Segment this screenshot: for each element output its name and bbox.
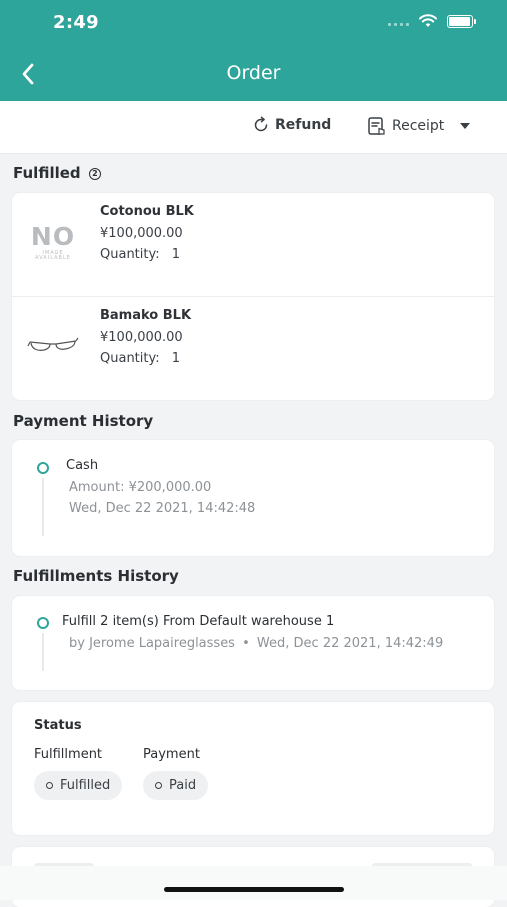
quantity-value: 1	[171, 351, 181, 366]
product-thumbnail	[26, 321, 80, 371]
payment-status-value: Paid	[169, 778, 197, 793]
payment-history-title: Payment History	[13, 412, 154, 430]
payment-history-card: Cash Amount: ¥200,000.00 Wed, Dec 22 202…	[12, 440, 494, 556]
fulfillment-date: Wed, Dec 22 2021, 14:42:49	[256, 636, 444, 651]
fulfillment-line: Fulfill 2 item(s) From Default warehouse…	[62, 614, 335, 629]
order-action-bar: Refund Receipt	[0, 101, 507, 154]
glasses-icon	[27, 337, 79, 351]
quantity-value: 1	[171, 247, 181, 262]
payment-status-label: Payment	[143, 747, 200, 762]
payment-amount: Amount: ¥200,000.00	[69, 480, 212, 495]
fulfilled-count: 2	[92, 169, 98, 178]
status-dot-icon	[155, 782, 162, 789]
refund-icon	[254, 116, 268, 132]
status-title: Status	[34, 718, 82, 733]
page-title: Order	[226, 62, 281, 84]
app-header: 2:49 Order	[0, 0, 507, 101]
no-image-placeholder: NO IMAGE AVAILABLE	[30, 221, 76, 261]
battery-icon	[447, 14, 476, 28]
payment-status-badge: Paid	[143, 771, 209, 800]
timeline-line	[42, 633, 44, 671]
fulfillment-status-value: Fulfilled	[60, 778, 111, 793]
meta-separator: •	[242, 636, 250, 651]
product-quantity: Quantity: 1	[100, 247, 180, 262]
bottom-safe-area	[0, 866, 507, 900]
product-thumbnail: NO IMAGE AVAILABLE	[26, 217, 80, 267]
fulfilled-section-title: Fulfilled 2	[13, 164, 101, 182]
payment-method: Cash	[66, 458, 99, 473]
status-time: 2:49	[53, 12, 99, 33]
product-name: Bamako BLK	[100, 308, 192, 323]
product-item[interactable]: NO IMAGE AVAILABLE Cotonou BLK ¥100,000.00…	[12, 193, 494, 296]
fulfilled-items-card: NO IMAGE AVAILABLE Cotonou BLK ¥100,000.00…	[12, 193, 494, 400]
receipt-button[interactable]: Receipt	[367, 116, 471, 136]
home-indicator[interactable]	[164, 887, 344, 892]
signal-icon	[388, 16, 409, 26]
product-price: ¥100,000.00	[100, 330, 183, 345]
dropdown-caret-icon	[460, 123, 471, 129]
product-price: ¥100,000.00	[100, 226, 183, 241]
quantity-label: Quantity:	[100, 247, 160, 262]
refund-button[interactable]: Refund	[252, 116, 331, 134]
product-item[interactable]: Bamako BLK ¥100,000.00 Quantity: 1	[12, 297, 494, 400]
status-card: Status Fulfillment Payment Fulfilled Pai…	[12, 702, 494, 835]
fulfillment-by: by Jerome Lapaireglasses	[69, 636, 235, 651]
product-quantity: Quantity: 1	[100, 351, 180, 366]
product-name: Cotonou BLK	[100, 204, 194, 219]
timeline-dot	[37, 462, 49, 474]
receipt-label: Receipt	[392, 118, 445, 134]
receipt-icon	[368, 117, 385, 135]
quantity-label: Quantity:	[100, 351, 160, 366]
fulfillments-history-title: Fulfillments History	[13, 567, 179, 585]
fulfillment-meta: by Jerome Lapaireglasses • Wed, Dec 22 2…	[69, 636, 443, 651]
status-icons	[388, 14, 476, 28]
status-dot-icon	[46, 782, 53, 789]
timeline-dot	[37, 617, 49, 629]
fulfillment-status-label: Fulfillment	[34, 747, 103, 762]
payment-date: Wed, Dec 22 2021, 14:42:48	[69, 501, 256, 516]
timeline-line	[42, 478, 44, 536]
refund-label: Refund	[275, 117, 332, 133]
fulfillment-status-badge: Fulfilled	[34, 771, 123, 800]
fulfilled-title: Fulfilled	[13, 164, 81, 182]
wifi-icon	[419, 14, 437, 27]
fulfillments-history-card: Fulfill 2 item(s) From Default warehouse…	[12, 596, 494, 690]
fulfilled-count-badge: 2	[88, 167, 101, 180]
